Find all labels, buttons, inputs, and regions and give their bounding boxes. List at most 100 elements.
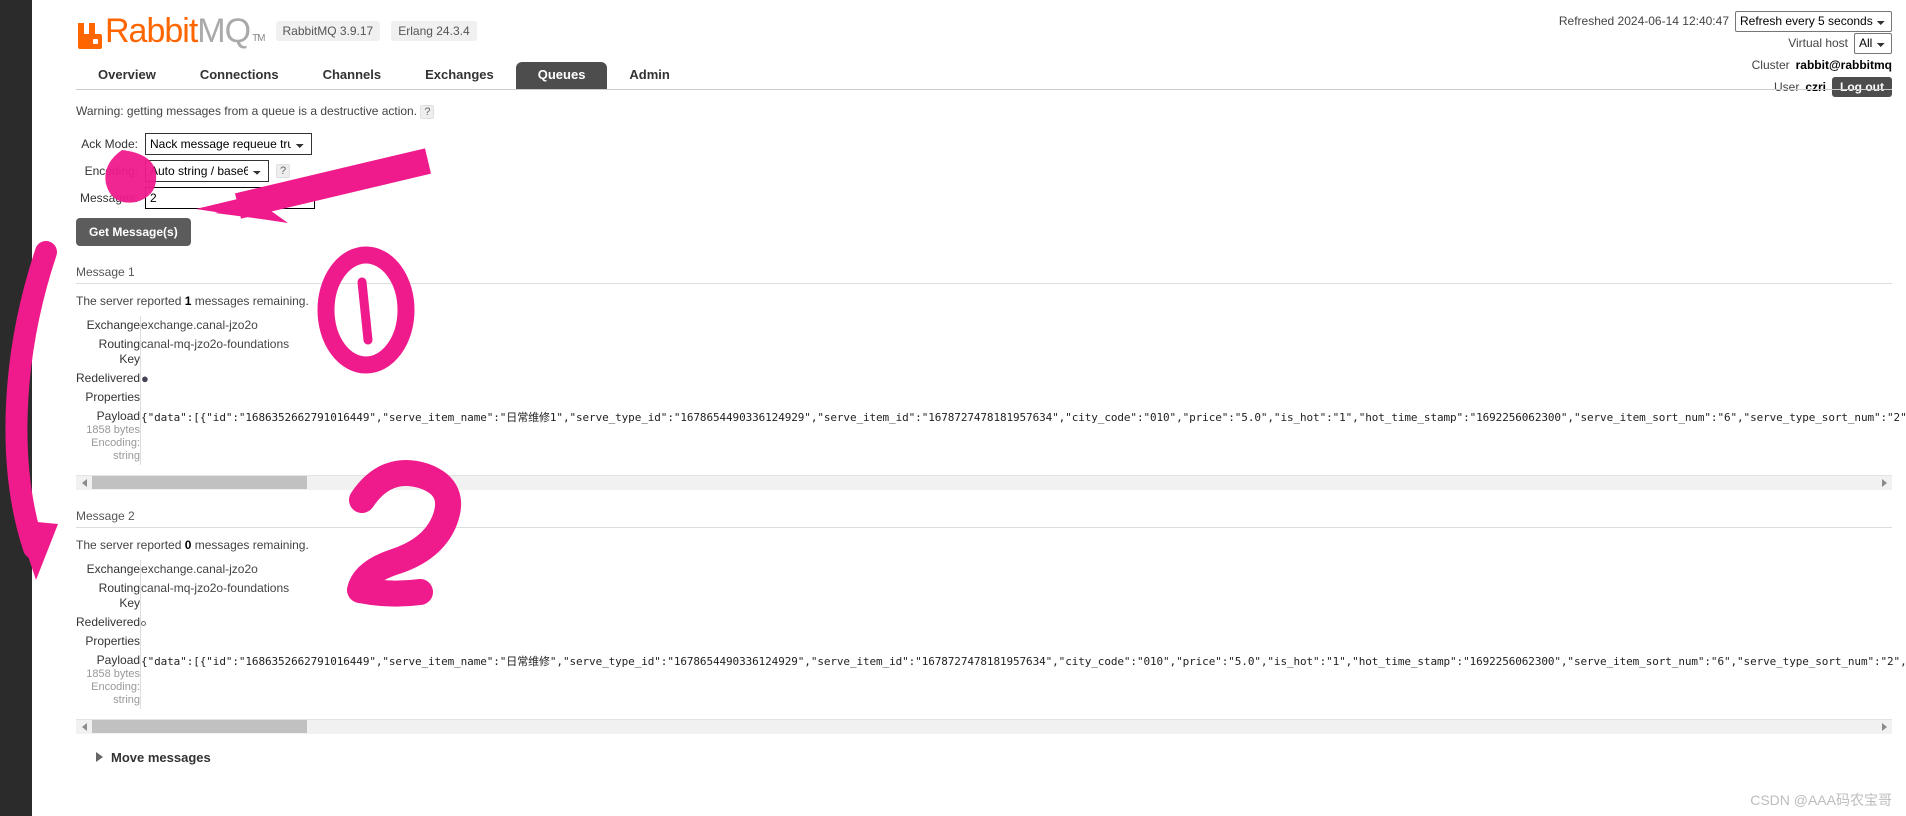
table-row: Redelivered (76, 612, 1906, 632)
messages-count-input[interactable] (145, 186, 315, 209)
rabbitmq-version-badge: RabbitMQ 3.9.17 (275, 21, 381, 41)
tab-admin[interactable]: Admin (607, 62, 691, 89)
encoding-label: Encoding: (84, 163, 138, 178)
payload-encoding: Encoding: string (91, 436, 141, 462)
messages-count-row: Messages: (76, 186, 1892, 209)
logo-trademark: TM (252, 33, 265, 44)
table-row: Payload 1858 bytes Encoding: string {"da… (76, 650, 1906, 709)
message-2-title: Message 2 (76, 504, 1892, 528)
tab-queues[interactable]: Queues (515, 62, 608, 89)
table-row: Routing Key canal-mq-jzo2o-foundations (76, 334, 1906, 369)
payload-bytes: 1858 bytes (86, 423, 141, 436)
properties-label: Properties (76, 387, 142, 407)
refresh-interval-select[interactable]: Refresh every 5 seconds (1735, 10, 1892, 32)
scroll-thumb[interactable] (92, 476, 307, 490)
routing-key-label: Routing Key (76, 578, 142, 613)
warning-help-icon[interactable]: ? (420, 104, 435, 119)
payload-text: {"data":[{"id":"1686352662791016449","se… (141, 654, 1906, 668)
encoding-select[interactable]: Auto string / base64 (145, 159, 269, 182)
scroll-track[interactable] (92, 719, 1876, 734)
logo-text-rabbit: Rabbit (105, 12, 198, 50)
left-dark-rail (0, 0, 32, 816)
move-messages-label: Move messages (111, 749, 211, 765)
page-root: Rabbit MQ TM RabbitMQ 3.9.17 Erlang 24.3.4… (32, 0, 1906, 816)
get-messages-section: Warning: getting messages from a queue i… (32, 90, 1906, 765)
payload-label: Payload 1858 bytes Encoding: string (76, 406, 142, 465)
table-row: Properties (76, 387, 1906, 407)
messages-count-label: Messages: (79, 190, 138, 205)
scroll-track[interactable] (92, 475, 1876, 490)
table-row: Payload 1858 bytes Encoding: string {"da… (76, 406, 1906, 465)
exchange-label: Exchange (76, 559, 142, 579)
move-messages-toggle[interactable]: Move messages (96, 750, 1892, 765)
payload-encoding: Encoding: string (91, 680, 141, 706)
redelivered-filled-icon: ● (141, 370, 149, 386)
tab-connections[interactable]: Connections (178, 62, 301, 89)
remaining-suffix: messages remaining. (191, 537, 309, 552)
table-row: Redelivered ● (76, 368, 1906, 388)
properties-label: Properties (76, 631, 142, 651)
tab-exchanges[interactable]: Exchanges (403, 62, 516, 89)
redelivered-label: Redelivered (76, 368, 142, 388)
payload-bytes: 1858 bytes (86, 667, 141, 680)
message-1-scrollbar[interactable] (76, 474, 1892, 490)
refreshed-timestamp: Refreshed 2024-06-14 12:40:47 (1558, 14, 1729, 28)
table-row: Exchange exchange.canal-jzo2o (76, 559, 1906, 579)
redelivered-value (141, 613, 1906, 632)
watermark-text: CSDN @AAA码农宝哥 (1750, 792, 1892, 808)
main-navigation: Overview Connections Channels Exchanges … (76, 62, 1892, 90)
message-1-remaining: The server reported 1 messages remaining… (76, 294, 1892, 308)
table-row: Routing Key canal-mq-jzo2o-foundations (76, 578, 1906, 613)
properties-value (141, 388, 1906, 407)
tab-overview[interactable]: Overview (76, 62, 178, 89)
app-header: Rabbit MQ TM RabbitMQ 3.9.17 Erlang 24.3.4… (32, 0, 1906, 97)
table-row: Exchange exchange.canal-jzo2o (76, 315, 1906, 335)
ack-mode-row: Ack Mode: Nack message requeue true (76, 132, 1892, 155)
redelivered-label: Redelivered (76, 612, 142, 632)
rabbitmq-logo: Rabbit MQ TM (76, 12, 266, 50)
payload-text: {"data":[{"id":"1686352662791016449","se… (141, 410, 1906, 424)
rabbit-logo-icon (76, 21, 102, 49)
refresh-row: Refreshed 2024-06-14 12:40:47 Refresh ev… (1559, 10, 1892, 32)
routing-key-value: canal-mq-jzo2o-foundations (141, 580, 290, 595)
payload-title: Payload (96, 408, 141, 423)
warning-text: Warning: getting messages from a queue i… (76, 104, 418, 118)
vhost-select[interactable]: All (1854, 32, 1892, 54)
get-messages-button[interactable]: Get Message(s) (76, 217, 191, 246)
remaining-suffix: messages remaining. (191, 293, 309, 308)
properties-value (141, 632, 1906, 651)
exchange-label: Exchange (76, 315, 142, 335)
message-1-title: Message 1 (76, 260, 1892, 284)
ack-mode-label: Ack Mode: (81, 136, 138, 151)
payload-label: Payload 1858 bytes Encoding: string (76, 650, 142, 709)
vhost-label: Virtual host (1788, 36, 1848, 50)
scroll-left-icon[interactable] (76, 719, 92, 734)
message-2-properties-table: Exchange exchange.canal-jzo2o Routing Ke… (76, 559, 1906, 709)
encoding-row: Encoding: Auto string / base64 ? (76, 159, 1892, 182)
erlang-version-badge: Erlang 24.3.4 (391, 21, 477, 41)
exchange-value: exchange.canal-jzo2o (141, 317, 258, 332)
payload-title: Payload (96, 652, 141, 667)
table-row: Properties (76, 631, 1906, 651)
routing-key-value: canal-mq-jzo2o-foundations (141, 336, 290, 351)
logo-text-mq: MQ (197, 12, 251, 50)
redelivered-hollow-icon (141, 620, 147, 626)
routing-key-label: Routing Key (76, 334, 142, 369)
ack-mode-select[interactable]: Nack message requeue true (145, 132, 312, 155)
tab-channels[interactable]: Channels (301, 62, 404, 89)
remaining-prefix: The server reported (76, 537, 185, 552)
destructive-warning: Warning: getting messages from a queue i… (76, 104, 1892, 119)
message-1-properties-table: Exchange exchange.canal-jzo2o Routing Ke… (76, 315, 1906, 465)
encoding-help-icon[interactable]: ? (276, 163, 290, 178)
redelivered-value: ● (141, 369, 1906, 388)
exchange-value: exchange.canal-jzo2o (141, 561, 258, 576)
message-2-scrollbar[interactable] (76, 718, 1892, 734)
message-2-remaining: The server reported 0 messages remaining… (76, 538, 1892, 552)
chevron-right-icon (96, 752, 103, 763)
scroll-right-icon[interactable] (1876, 719, 1892, 734)
remaining-prefix: The server reported (76, 293, 185, 308)
scroll-left-icon[interactable] (76, 475, 92, 490)
scroll-thumb[interactable] (92, 720, 307, 734)
scroll-right-icon[interactable] (1876, 475, 1892, 490)
vhost-row: Virtual host All (1559, 32, 1892, 54)
